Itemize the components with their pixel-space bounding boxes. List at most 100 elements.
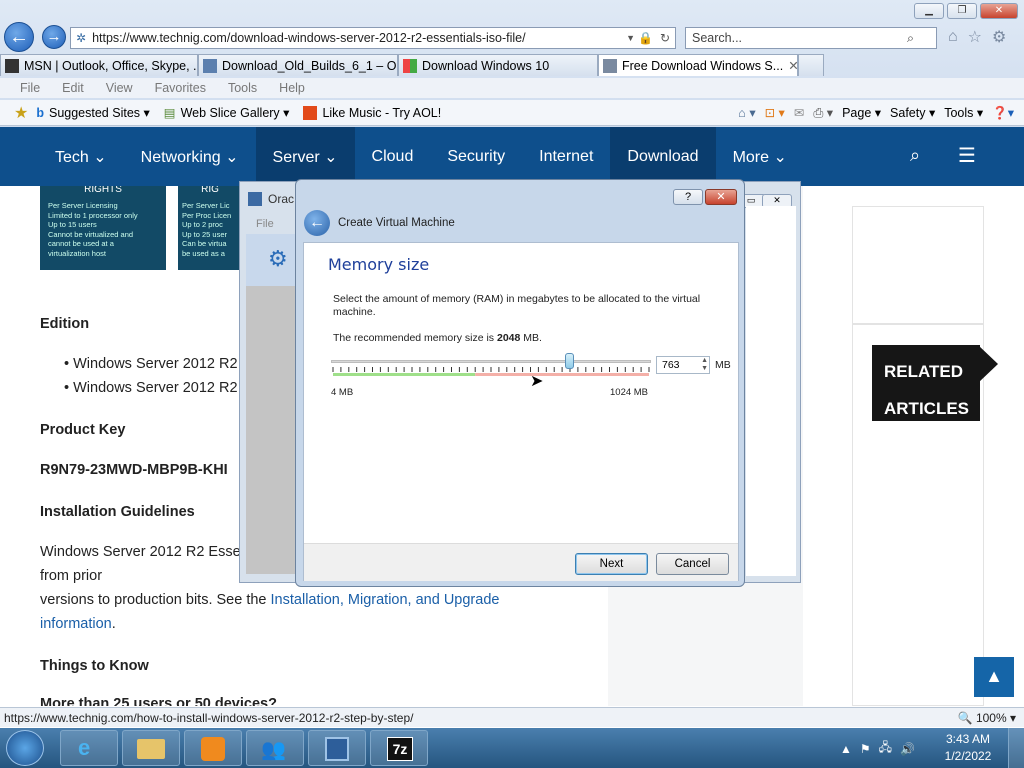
rss-icon[interactable]: ⊡ ▾	[765, 105, 785, 120]
nav-label: More ⌄	[732, 148, 787, 166]
clock[interactable]: 3:43 AM 1/2/2022	[938, 731, 998, 765]
vbox-menu-file[interactable]: File	[256, 218, 274, 230]
help-button[interactable]: ?	[673, 189, 703, 205]
slider-min-label: 4 MB	[331, 387, 354, 398]
tab-msn[interactable]: MSN | Outlook, Office, Skype, ...	[0, 54, 198, 76]
tab-download-windows-10[interactable]: Download Windows 10	[398, 54, 598, 76]
nav-security[interactable]: Security	[430, 127, 522, 186]
new-tab-button[interactable]	[798, 54, 824, 76]
tools-menu[interactable]: Tools ▾	[944, 105, 983, 120]
memory-slider[interactable]	[331, 351, 651, 387]
zoom-control[interactable]: 🔍 100% ▾	[958, 711, 1016, 725]
network-icon[interactable]: 🖧	[879, 738, 892, 759]
favorites-star-icon[interactable]: ★	[14, 103, 28, 123]
spin-arrows-icon[interactable]: ▲ ▼	[701, 357, 708, 373]
nav-download[interactable]: Download	[610, 127, 716, 186]
menu-file[interactable]: File	[20, 81, 40, 95]
related-line: RELATED	[884, 362, 964, 381]
address-bar[interactable]: ✲ https://www.technig.com/download-windo…	[70, 27, 676, 49]
nav-tech[interactable]: Tech ⌄	[38, 127, 124, 186]
fav-label: Like Music - Try AOL!	[322, 105, 442, 120]
search-icon[interactable]: ⌕	[907, 31, 914, 46]
favorites-star-icon[interactable]: ☆	[968, 27, 982, 47]
menu-bar: File Edit View Favorites Tools Help	[0, 78, 1024, 98]
action-center-icon[interactable]: ⚑	[860, 742, 871, 756]
memory-spinbox[interactable]: 763 ▲ ▼	[656, 356, 710, 374]
information-link[interactable]: information	[40, 616, 112, 632]
vbox-titlebar: Orac	[248, 192, 294, 206]
print-icon[interactable]: ⎙ ▾	[813, 105, 833, 121]
minimize-button[interactable]: ▁	[914, 3, 944, 19]
page-menu[interactable]: Page ▾	[842, 105, 881, 120]
search-box[interactable]: Search... ⌕	[685, 27, 937, 49]
back-to-top-button[interactable]: ▲	[974, 657, 1014, 697]
nav-server[interactable]: Server ⌄	[255, 127, 355, 186]
taskbar-media-player[interactable]	[184, 730, 242, 766]
web-slice-gallery-link[interactable]: ▤ Web Slice Gallery ▾	[164, 105, 290, 120]
help-icon[interactable]: ❓▾	[992, 105, 1014, 121]
related-line: ARTICLES	[884, 399, 969, 418]
bing-icon: b	[36, 105, 44, 120]
slider-thumb[interactable]	[564, 353, 574, 369]
dialog-close-button[interactable]: ✕	[705, 189, 737, 205]
close-tab-icon[interactable]: ✕	[788, 58, 797, 73]
things-heading: Things to Know	[40, 658, 149, 674]
home-icon[interactable]: ⌂	[948, 28, 958, 46]
restore-button[interactable]: ❐	[947, 3, 977, 19]
wizard-back-icon[interactable]: ←	[304, 210, 330, 236]
dropdown-icon[interactable]: ▼	[626, 33, 635, 43]
taskbar-app[interactable]: 👥	[246, 730, 304, 766]
home-icon[interactable]: ⌂ ▾	[738, 105, 755, 120]
show-desktop-button[interactable]	[1008, 728, 1024, 768]
tab-free-download[interactable]: Free Download Windows S... ✕	[598, 54, 798, 76]
like-music-link[interactable]: Like Music - Try AOL!	[303, 105, 442, 120]
image-heading: RIG	[201, 186, 219, 195]
installation-link[interactable]: Installation, Migration, and Upgrade	[271, 592, 500, 608]
image-line: be used as a	[182, 248, 225, 258]
nav-more[interactable]: More ⌄	[716, 127, 804, 186]
menu-edit[interactable]: Edit	[62, 81, 84, 95]
suggested-sites-link[interactable]: b Suggested Sites ▾	[36, 105, 149, 121]
search-icon[interactable]: ⌕	[910, 145, 920, 166]
nav-internet[interactable]: Internet	[522, 127, 610, 186]
hamburger-menu-icon[interactable]: ☰	[958, 143, 976, 168]
close-button[interactable]: ✕	[980, 3, 1018, 19]
back-button[interactable]: ←	[4, 22, 34, 52]
menu-help[interactable]: Help	[279, 81, 305, 95]
taskbar-ie[interactable]: e	[60, 730, 118, 766]
start-button[interactable]	[6, 730, 44, 766]
tab-strip: MSN | Outlook, Office, Skype, ... Downlo…	[0, 54, 1024, 76]
tab-download-old-builds[interactable]: Download_Old_Builds_6_1 – O...	[198, 54, 398, 76]
dialog-header: ← Create Virtual Machine	[304, 210, 455, 236]
license-image-col-1: RIGHTS Per Server Licensing Limited to 1…	[40, 186, 166, 270]
refresh-icon[interactable]: ↻	[660, 31, 670, 45]
taskbar-explorer[interactable]	[122, 730, 180, 766]
show-hidden-icons-icon[interactable]: ▲	[840, 742, 852, 756]
gear-icon[interactable]: ⚙	[992, 27, 1006, 47]
forward-button[interactable]: →	[42, 25, 66, 49]
new-vm-icon[interactable]: ⚙	[268, 246, 288, 272]
lock-icon[interactable]: 🔒	[638, 31, 653, 45]
cancel-button[interactable]: Cancel	[656, 553, 729, 575]
text: The recommended memory size is	[333, 332, 497, 344]
page-icon	[603, 58, 617, 73]
slider-warning-zone	[475, 373, 649, 376]
cut-heading: More than 25 users or 50 devices?	[40, 696, 277, 706]
next-button[interactable]: Next	[575, 553, 648, 575]
nav-cloud[interactable]: Cloud	[355, 127, 431, 186]
nav-networking[interactable]: Networking ⌄	[124, 127, 256, 186]
installation-text-2: from prior	[40, 568, 103, 584]
menu-view[interactable]: View	[106, 81, 133, 95]
taskbar-7zip[interactable]: 7z	[370, 730, 428, 766]
product-key: R9N79-23MWD-MBP9B-KHI	[40, 462, 228, 478]
taskbar-virtualbox[interactable]	[308, 730, 366, 766]
edition-heading: Edition	[40, 316, 90, 332]
mail-icon[interactable]: ✉	[794, 105, 804, 120]
safety-menu[interactable]: Safety ▾	[890, 105, 935, 120]
volume-icon[interactable]: 🔊	[900, 742, 915, 756]
image-lines: Per Server Licensing Limited to 1 proces…	[40, 195, 166, 258]
recommended-value: 2048	[496, 332, 521, 344]
related-articles-label: RELATED ARTICLES	[872, 345, 980, 421]
menu-tools[interactable]: Tools	[228, 81, 257, 95]
menu-favorites[interactable]: Favorites	[155, 81, 206, 95]
